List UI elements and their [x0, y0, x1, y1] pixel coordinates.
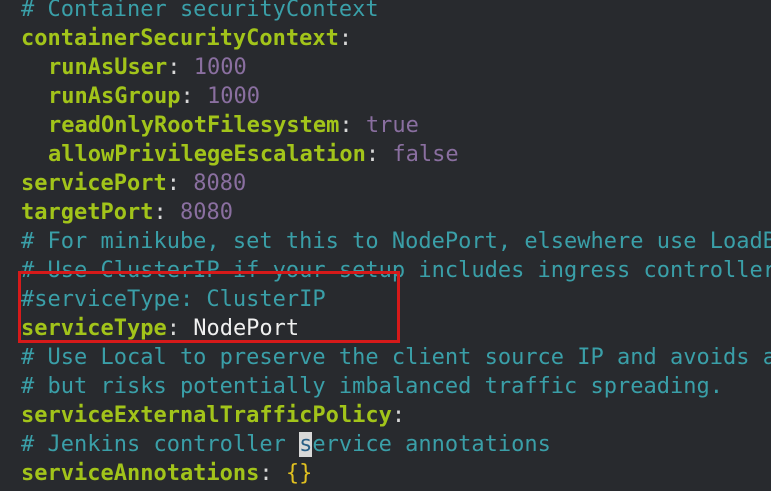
comment-text: # but risks potentially imbalanced traff… [21, 374, 723, 399]
yaml-value: true [365, 113, 419, 138]
code-line-comment[interactable]: # Container securityContext [21, 0, 771, 24]
comment-text: # Use Local to preserve the client sourc… [21, 345, 771, 370]
code-line-service-external-traffic-policy[interactable]: serviceExternalTrafficPolicy: [21, 401, 771, 430]
code-line-allow-privilege-escalation[interactable]: allowPrivilegeEscalation: false [21, 140, 771, 169]
code-line-service-annotations[interactable]: serviceAnnotations: {} [21, 459, 771, 488]
code-line-service-port[interactable]: servicePort: 8080 [21, 169, 771, 198]
yaml-separator: : [259, 461, 286, 486]
yaml-separator: : [365, 142, 393, 167]
comment-text: # Use ClusterIP if your setup includes i… [21, 258, 771, 283]
comment-text: # Container securityContext [21, 0, 379, 22]
code-line-comment[interactable]: # For minikube, set this to NodePort, el… [21, 227, 771, 256]
code-line-service-type[interactable]: serviceType: NodePort [21, 314, 771, 343]
yaml-key: runAsUser [48, 55, 168, 80]
yaml-value: 1000 [206, 84, 260, 109]
yaml-value: 8080 [193, 171, 247, 196]
yaml-value: 1000 [193, 55, 247, 80]
yaml-value: NodePort [193, 316, 300, 341]
code-line-target-port[interactable]: targetPort: 8080 [21, 198, 771, 227]
comment-text: # Jenkins controller [21, 432, 300, 457]
yaml-separator: : [391, 403, 406, 428]
code-line-comment[interactable]: # but risks potentially imbalanced traff… [21, 372, 771, 401]
comment-text: ervice annotations [312, 432, 551, 457]
yaml-separator: : [153, 200, 180, 225]
comment-text: # For minikube, set this to NodePort, el… [21, 229, 771, 254]
code-line-comment[interactable]: # Use Local to preserve the client sourc… [21, 343, 771, 372]
yaml-separator: : [180, 84, 207, 109]
yaml-key: containerSecurityContext [21, 26, 339, 51]
yaml-separator: : [166, 316, 194, 341]
yaml-key: readOnlyRootFilesystem [48, 113, 340, 138]
text-cursor: s [299, 432, 313, 457]
code-line-run-as-group[interactable]: runAsGroup: 1000 [21, 82, 771, 111]
code-line-comment[interactable]: # Use ClusterIP if your setup includes i… [21, 256, 771, 285]
code-line-container-security-context[interactable]: containerSecurityContext: [21, 24, 771, 53]
yaml-key: serviceExternalTrafficPolicy [21, 403, 392, 428]
yaml-separator: : [167, 55, 194, 80]
yaml-key: servicePort [21, 171, 167, 196]
code-line-comment-service-type[interactable]: #serviceType: ClusterIP [21, 285, 771, 314]
yaml-key: allowPrivilegeEscalation [48, 142, 366, 167]
code-line-comment-cursor[interactable]: # Jenkins controller service annotations [21, 430, 771, 459]
comment-text: #serviceType: ClusterIP [21, 287, 326, 312]
yaml-value: false [392, 142, 459, 167]
code-line-read-only-root-filesystem[interactable]: readOnlyRootFilesystem: true [21, 111, 771, 140]
code-editor[interactable]: # Container securityContext containerSec… [0, 0, 771, 491]
yaml-value: {} [285, 461, 313, 486]
yaml-separator: : [339, 113, 366, 138]
yaml-key: serviceType [21, 316, 167, 341]
yaml-key: targetPort [21, 200, 154, 225]
yaml-value: 8080 [179, 200, 233, 225]
yaml-separator: : [338, 26, 353, 51]
yaml-separator: : [166, 171, 194, 196]
yaml-key: serviceAnnotations [21, 461, 260, 486]
yaml-key: runAsGroup [48, 84, 181, 109]
code-line-run-as-user[interactable]: runAsUser: 1000 [21, 53, 771, 82]
code-lines: # Container securityContext containerSec… [21, 0, 771, 488]
